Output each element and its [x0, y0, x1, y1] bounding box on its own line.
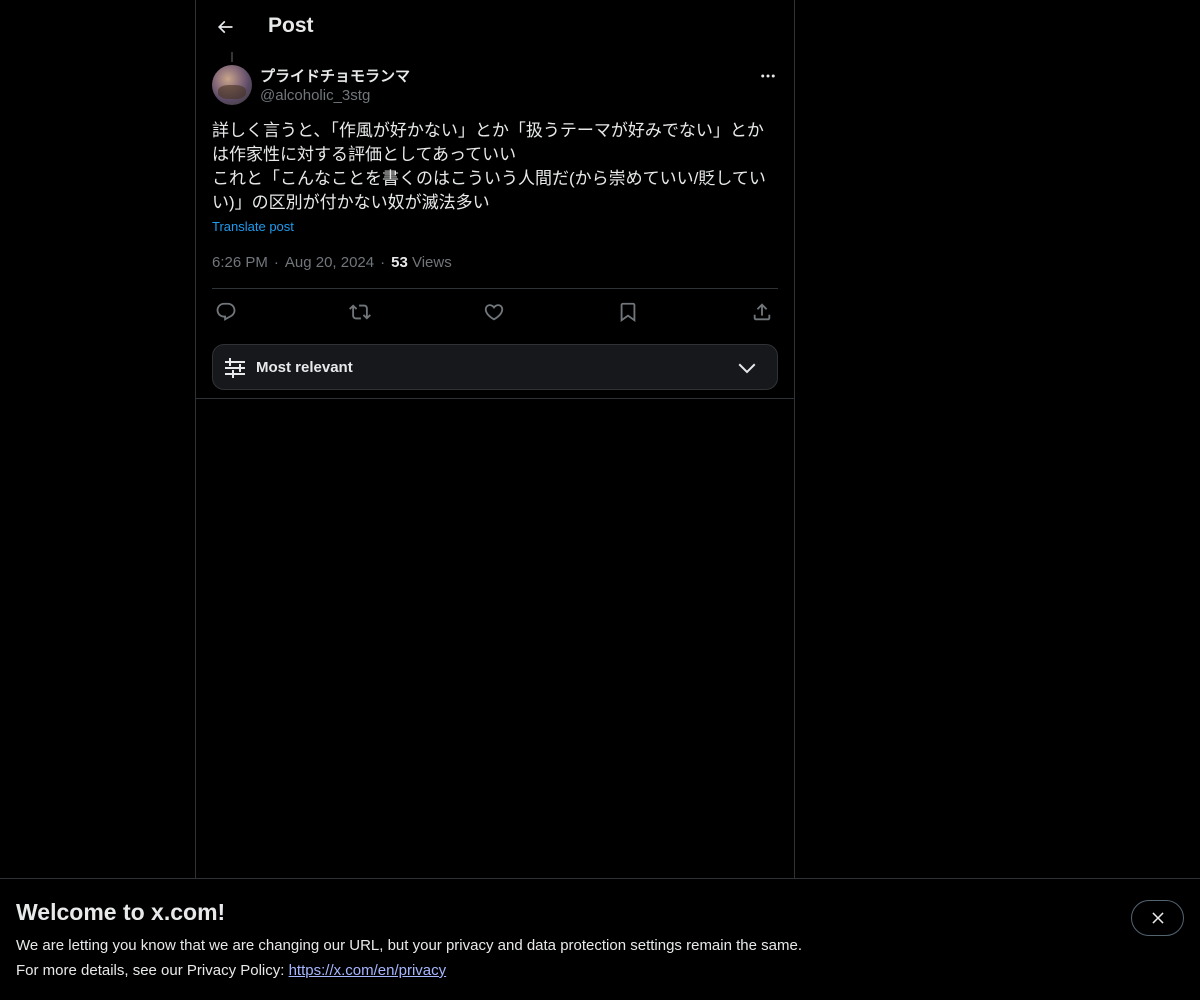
views-count: 53	[391, 254, 408, 271]
avatar[interactable]	[212, 65, 252, 105]
banner-title: Welcome to x.com!	[16, 899, 226, 925]
section-divider	[196, 398, 794, 399]
main-column: Post プライドチョモランマ @alcoholic_3stg 詳しく言うと、「…	[195, 0, 795, 878]
more-options-button[interactable]	[756, 64, 780, 88]
share-button[interactable]	[748, 298, 776, 326]
thread-line	[231, 52, 233, 62]
chevron-down-icon	[735, 356, 759, 380]
post-date[interactable]: Aug 20, 2024	[285, 254, 374, 271]
post-text-line: は作家性に対する評価としてあっていい	[212, 145, 517, 164]
privacy-policy-link[interactable]: https://x.com/en/privacy	[289, 962, 447, 979]
post-text-line: い)」の区別が付かない奴が滅法多い	[212, 193, 490, 212]
repost-button[interactable]	[346, 298, 374, 326]
close-icon	[1149, 909, 1167, 927]
more-dots-icon	[759, 67, 777, 85]
back-button[interactable]	[208, 10, 242, 44]
arrow-left-icon	[215, 17, 235, 37]
banner-privacy-prefix: For more details, see our Privacy Policy…	[16, 962, 289, 979]
like-icon	[483, 301, 505, 323]
meta-separator: ·	[380, 254, 386, 271]
post-text-line: 詳しく言うと、「作風が好かない」とか「扱うテーマが好みでない」とか	[212, 121, 764, 140]
banner-privacy-text: For more details, see our Privacy Policy…	[16, 962, 446, 979]
translate-post-link[interactable]: Translate post	[212, 219, 294, 234]
banner-message: We are letting you know that we are chan…	[16, 937, 802, 954]
share-icon	[751, 301, 773, 323]
close-banner-button[interactable]	[1131, 900, 1184, 936]
post-text: 詳しく言うと、「作風が好かない」とか「扱うテーマが好みでない」とか は作家性に対…	[212, 119, 778, 215]
post-text-line: これと「こんなことを書くのはこういう人間だ(から崇めていい/貶してい	[212, 169, 766, 188]
action-bar	[212, 298, 778, 326]
author-handle[interactable]: @alcoholic_3stg	[260, 87, 370, 104]
post-meta: 6:26 PM · Aug 20, 2024 · 53 Views	[212, 254, 452, 271]
post-time[interactable]: 6:26 PM	[212, 254, 268, 271]
bookmark-button[interactable]	[614, 298, 642, 326]
welcome-banner: Welcome to x.com! We are letting you kno…	[0, 878, 1200, 1000]
sliders-icon	[223, 356, 247, 380]
like-button[interactable]	[480, 298, 508, 326]
divider	[212, 288, 778, 289]
page-title: Post	[268, 14, 314, 37]
meta-separator: ·	[273, 254, 279, 271]
post-header: Post	[196, 0, 794, 53]
author-display-name[interactable]: プライドチョモランマ	[260, 65, 410, 86]
views-label: Views	[411, 254, 452, 271]
bookmark-icon	[617, 301, 639, 323]
repost-icon	[349, 301, 371, 323]
reply-icon	[215, 301, 237, 323]
reply-button[interactable]	[212, 298, 240, 326]
reply-sort-dropdown[interactable]: Most relevant	[212, 344, 778, 390]
sort-label: Most relevant	[256, 359, 353, 376]
